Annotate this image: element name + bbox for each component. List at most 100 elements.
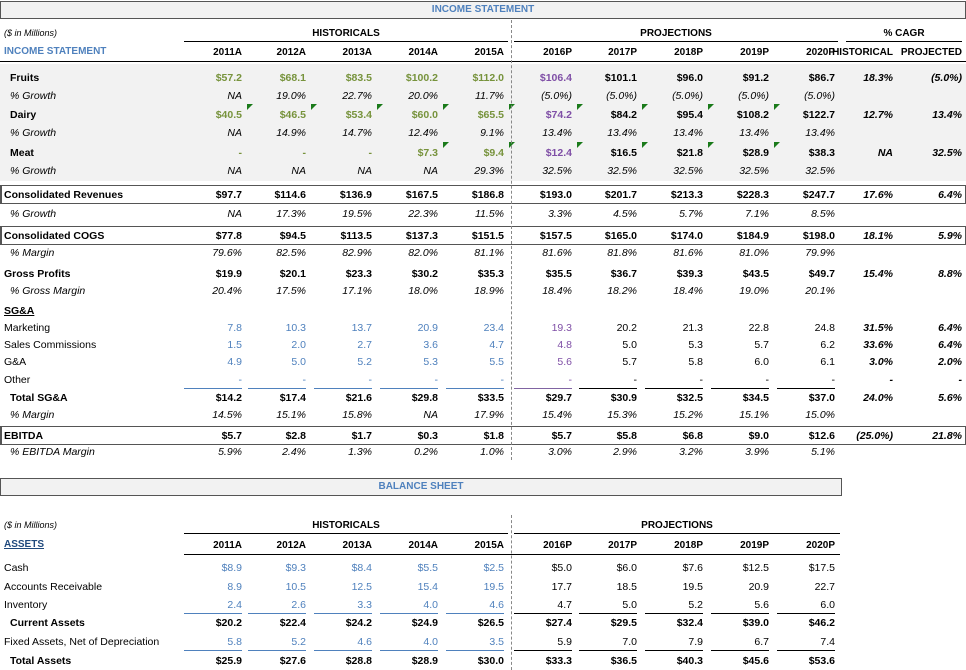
value-cell[interactable]: 13.4% [765, 125, 835, 142]
value-cell[interactable]: 81.6% [633, 245, 703, 262]
value-cell[interactable]: 15.0% [765, 407, 835, 424]
value-cell[interactable]: 2.0 [236, 337, 306, 354]
value-cell[interactable]: $100.2 [368, 70, 438, 87]
value-cell[interactable]: $9.4 [434, 145, 504, 162]
value-cell[interactable]: 18.4% [633, 283, 703, 300]
value-cell[interactable]: $35.5 [502, 266, 572, 283]
value-cell[interactable]: 4.7 [502, 597, 572, 614]
value-cell[interactable]: $213.3 [633, 187, 703, 204]
value-cell[interactable]: 20.1% [765, 283, 835, 300]
value-cell[interactable]: 15.1% [236, 407, 306, 424]
value-cell[interactable]: 23.4 [434, 320, 504, 337]
value-cell[interactable]: $45.6 [699, 653, 769, 670]
value-cell[interactable]: 6.0 [699, 354, 769, 371]
value-cell[interactable]: 7.9 [633, 634, 703, 651]
value-cell[interactable]: $94.5 [236, 228, 306, 245]
value-cell[interactable]: 3.9% [699, 444, 769, 461]
value-cell[interactable]: 5.0 [567, 597, 637, 614]
value-cell[interactable]: $114.6 [236, 187, 306, 204]
value-cell[interactable]: - [434, 372, 505, 389]
value-cell[interactable]: 17.3% [236, 206, 306, 223]
value-cell[interactable]: 81.1% [434, 245, 504, 262]
value-cell[interactable]: - [302, 145, 373, 162]
value-cell[interactable]: $21.6 [302, 390, 372, 407]
value-cell[interactable]: 5.2 [302, 354, 372, 371]
value-cell[interactable]: $165.0 [567, 228, 637, 245]
value-cell[interactable]: $157.5 [502, 228, 572, 245]
value-cell[interactable]: 1.3% [302, 444, 372, 461]
value-cell[interactable]: (5.0%) [765, 88, 835, 105]
value-cell[interactable]: 4.6 [302, 634, 372, 651]
value-cell[interactable]: 81.6% [502, 245, 572, 262]
value-cell[interactable]: 5.9% [172, 444, 242, 461]
value-cell[interactable]: $40.3 [633, 653, 703, 670]
value-cell[interactable]: 18.2% [567, 283, 637, 300]
value-cell[interactable]: 13.4% [633, 125, 703, 142]
value-cell[interactable]: $30.9 [567, 390, 637, 407]
value-cell[interactable]: 17.7 [502, 579, 572, 596]
value-cell[interactable]: 5.7 [699, 337, 769, 354]
value-cell[interactable]: $16.5 [567, 145, 637, 162]
value-cell[interactable]: $12.5 [699, 560, 769, 577]
value-cell[interactable]: $25.9 [172, 653, 242, 670]
value-cell[interactable]: $20.1 [236, 266, 306, 283]
value-cell[interactable]: $77.8 [172, 228, 242, 245]
value-cell[interactable]: 82.0% [368, 245, 438, 262]
value-cell[interactable]: 3.5 [434, 634, 504, 651]
value-cell[interactable]: 32.5% [567, 163, 637, 180]
value-cell[interactable]: 5.0 [236, 354, 306, 371]
value-cell[interactable]: (5.0%) [502, 88, 572, 105]
value-cell[interactable]: 15.4% [502, 407, 572, 424]
value-cell[interactable]: 10.3 [236, 320, 306, 337]
value-cell[interactable]: 1.5 [172, 337, 242, 354]
value-cell[interactable]: 4.5% [567, 206, 637, 223]
value-cell[interactable]: (5.0%) [567, 88, 637, 105]
value-cell[interactable]: NA [172, 206, 242, 223]
value-cell[interactable]: 9.1% [434, 125, 504, 142]
value-cell[interactable]: 8.9 [172, 579, 242, 596]
value-cell[interactable]: 4.7 [434, 337, 504, 354]
value-cell[interactable]: $36.5 [567, 653, 637, 670]
value-cell[interactable]: - [567, 372, 638, 389]
value-cell[interactable]: 5.2 [633, 597, 703, 614]
value-cell[interactable]: 22.7 [765, 579, 835, 596]
value-cell[interactable]: $28.8 [302, 653, 372, 670]
value-cell[interactable]: $12.4 [502, 145, 572, 162]
value-cell[interactable]: $96.0 [633, 70, 703, 87]
value-cell[interactable]: 5.5 [434, 354, 504, 371]
value-cell[interactable]: $35.3 [434, 266, 504, 283]
value-cell[interactable]: 3.6 [368, 337, 438, 354]
value-cell[interactable]: $24.9 [368, 615, 438, 632]
value-cell[interactable]: $21.8 [633, 145, 703, 162]
value-cell[interactable]: 21.3 [633, 320, 703, 337]
value-cell[interactable]: 17.9% [434, 407, 504, 424]
value-cell[interactable]: $106.4 [502, 70, 572, 87]
value-cell[interactable]: 32.5% [699, 163, 769, 180]
value-cell[interactable]: 15.1% [699, 407, 769, 424]
value-cell[interactable]: 3.3% [502, 206, 572, 223]
value-cell[interactable]: $32.5 [633, 390, 703, 407]
value-cell[interactable]: $7.3 [368, 145, 438, 162]
value-cell[interactable]: 2.4% [236, 444, 306, 461]
value-cell[interactable]: 3.0% [502, 444, 572, 461]
value-cell[interactable]: 5.0 [567, 337, 637, 354]
value-cell[interactable]: 6.0 [765, 597, 835, 614]
value-cell[interactable]: - [302, 372, 373, 389]
value-cell[interactable]: 32.5% [502, 163, 572, 180]
value-cell[interactable]: $24.2 [302, 615, 372, 632]
value-cell[interactable]: - [236, 145, 307, 162]
value-cell[interactable]: $97.7 [172, 187, 242, 204]
value-cell[interactable]: $26.5 [434, 615, 504, 632]
value-cell[interactable]: - [236, 372, 307, 389]
value-cell[interactable]: 19.0% [236, 88, 306, 105]
value-cell[interactable]: 19.3 [502, 320, 572, 337]
value-cell[interactable]: 5.1% [765, 444, 835, 461]
value-cell[interactable]: $27.6 [236, 653, 306, 670]
value-cell[interactable]: 1.0% [434, 444, 504, 461]
value-cell[interactable]: (5.0%) [699, 88, 769, 105]
value-cell[interactable]: $29.7 [502, 390, 572, 407]
value-cell[interactable]: 81.8% [567, 245, 637, 262]
value-cell[interactable]: 3.3 [302, 597, 372, 614]
value-cell[interactable]: 5.9 [502, 634, 572, 651]
value-cell[interactable]: $29.5 [567, 615, 637, 632]
